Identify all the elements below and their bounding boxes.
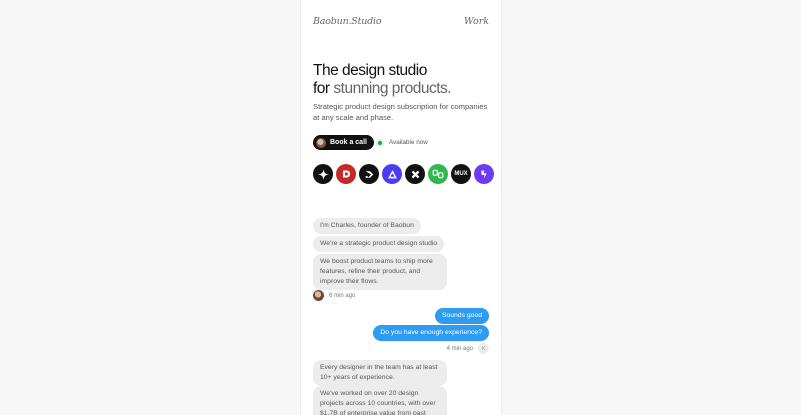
chat-message-incoming: I'm Charles, founder of Baobun — [313, 218, 421, 234]
chat-message-outgoing: Do you have enough experience? — [373, 325, 489, 341]
book-call-label: Book a call — [330, 139, 367, 146]
founder-avatar — [313, 290, 324, 301]
brand-logo[interactable]: Baobun.Studio — [313, 16, 382, 27]
hero-subtitle: Strategic product design subscription fo… — [313, 102, 488, 122]
hero-title-line1: The design studio — [313, 62, 427, 79]
chat-message-incoming: We've worked on over 20 design projects … — [313, 386, 447, 415]
hero-title-muted: stunning products. — [329, 80, 452, 97]
triangle-logo-icon[interactable] — [382, 164, 402, 184]
chat-meta-incoming: 6 min ago — [313, 290, 355, 301]
blob-logo-icon[interactable] — [474, 164, 494, 184]
user-avatar: K — [478, 343, 489, 354]
status-dot-icon — [376, 138, 384, 147]
chat-message-outgoing: Sounds good — [434, 308, 489, 324]
sparkle-logo-icon[interactable] — [313, 164, 333, 184]
hero-title-line2: for stunning products. — [313, 80, 493, 98]
chat-message-incoming: We're a strategic product design studio — [313, 236, 445, 252]
client-logos: MUX — [313, 164, 494, 184]
mux-logo-text: MUX — [454, 171, 468, 177]
chat-message-incoming: We boost product teams to ship more feat… — [313, 254, 447, 290]
hero-title-dark: for — [313, 80, 330, 97]
availability-status: Available now — [376, 135, 428, 150]
hero-title: The design studio for stunning products. — [313, 62, 493, 98]
availability-label: Available now — [389, 139, 428, 146]
work-link[interactable]: Work — [464, 16, 489, 27]
x-logo-icon[interactable] — [405, 164, 425, 184]
chat-timestamp: 4 min ago — [446, 345, 473, 352]
chat-timestamp: 6 min ago — [329, 292, 356, 299]
founder-avatar — [316, 137, 326, 148]
mux-logo-icon[interactable]: MUX — [451, 164, 471, 184]
d-logo-icon[interactable] — [336, 164, 356, 184]
arrow-logo-icon[interactable] — [359, 164, 379, 184]
book-call-button[interactable]: Book a call — [313, 135, 374, 150]
top-nav: Baobun.Studio Work — [313, 16, 489, 30]
chat-message-incoming: Every designer in the team has at least … — [313, 360, 447, 386]
pd-logo-icon[interactable] — [428, 164, 448, 184]
chat-meta-outgoing: 4 min ago K — [447, 343, 489, 354]
cta-row: Book a call Available now — [313, 135, 493, 150]
landing-card: Baobun.Studio Work The design studio for… — [300, 0, 502, 415]
